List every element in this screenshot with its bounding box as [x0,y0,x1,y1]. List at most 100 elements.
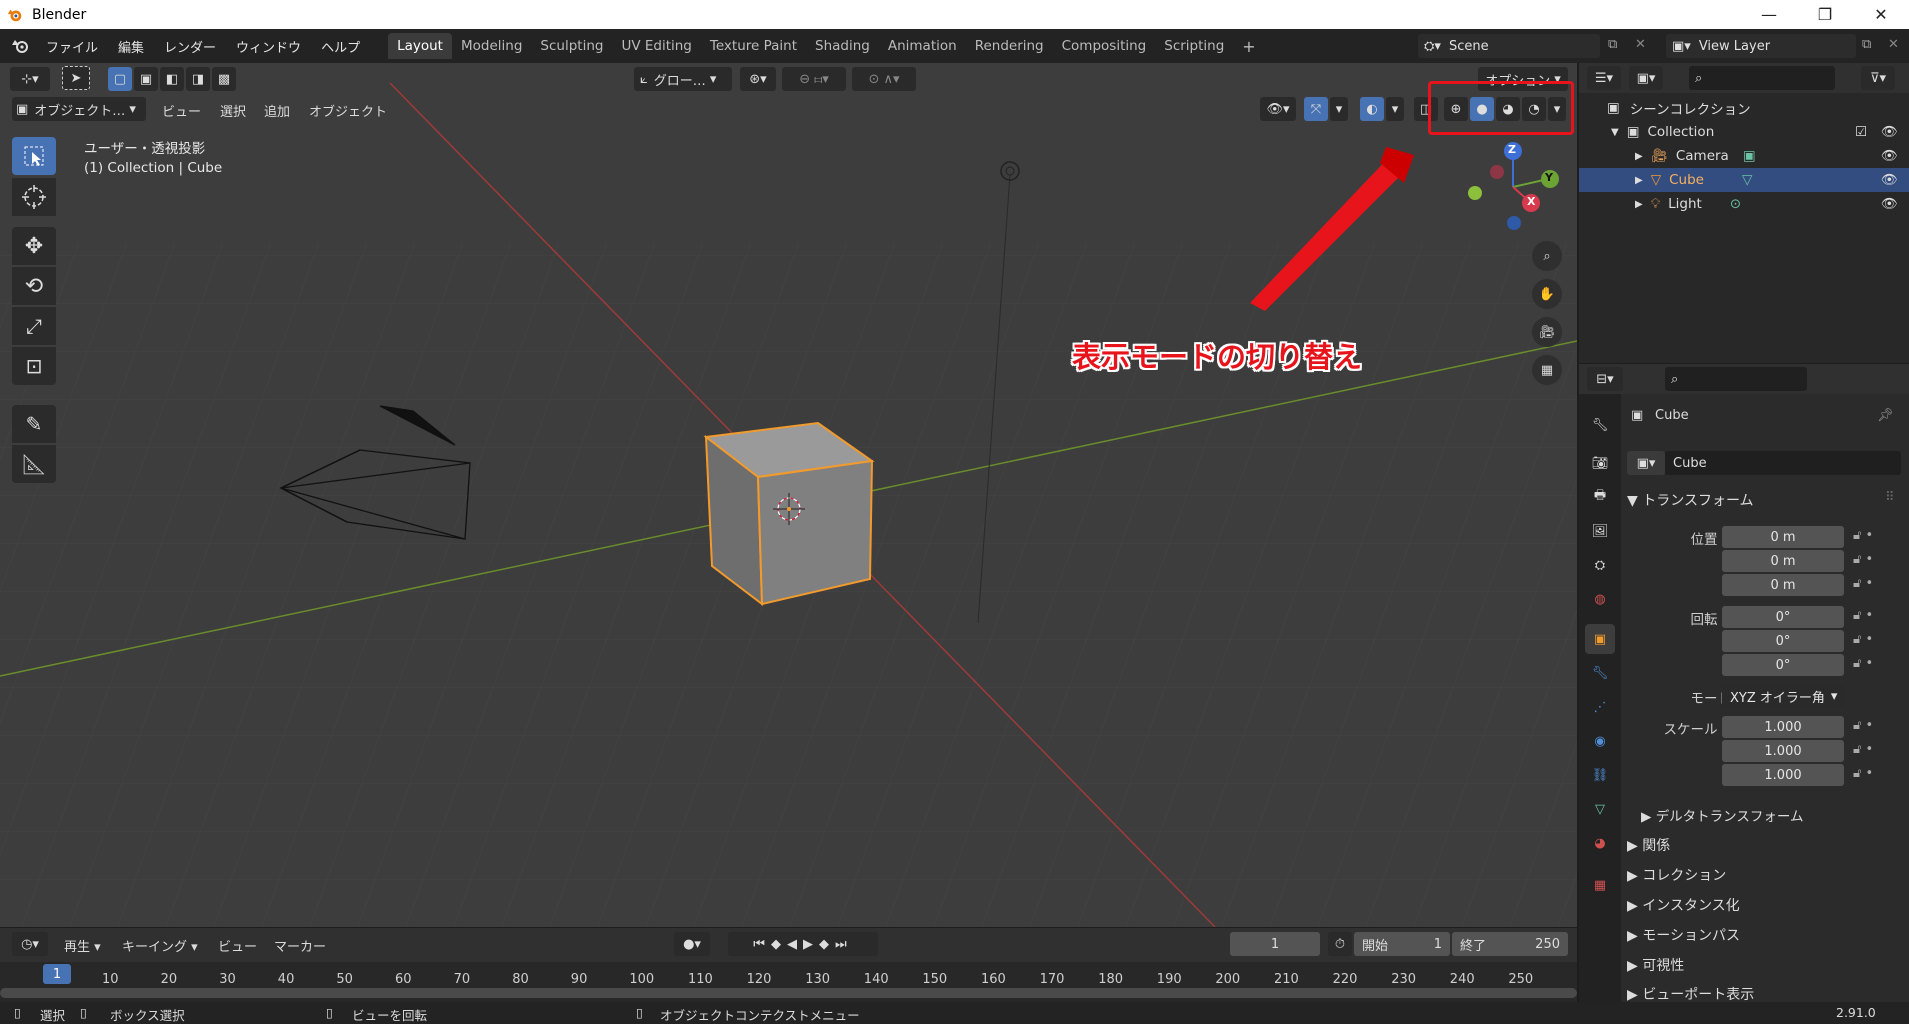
tab-sculpting[interactable]: Sculpting [531,33,612,59]
tab-particles[interactable]: ⋰ [1585,692,1615,722]
select-invert-button[interactable]: ◨ [186,67,210,91]
instancing-section[interactable]: ▶ インスタンス化 [1627,895,1740,915]
overlays-dropdown[interactable]: ▾ [1386,97,1404,121]
tab-uv-editing[interactable]: UV Editing [612,33,700,59]
lock-icon[interactable]: 🔓︎ • [1853,552,1873,567]
tab-texture-paint[interactable]: Texture Paint [701,33,806,59]
menu-render[interactable]: レンダー [154,37,226,56]
delete-view-layer-icon[interactable]: ✕ [1888,37,1899,52]
location-x-field[interactable]: 0 m [1722,526,1844,548]
eye-icon[interactable]: 👁︎ [1881,124,1898,140]
overlays-toggle[interactable]: ◐ [1360,97,1384,121]
cursor-tool[interactable] [12,178,56,216]
select-box-tool[interactable] [12,137,56,175]
properties-editor[interactable]: ⊟▾ ⌕ ▣ Cube 📌︎ ▣▾ Cube ▼ トランスフォーム ⠿ 位置 X… [1579,364,1909,1002]
expand-arrow-icon[interactable]: ▶ [1635,199,1643,210]
transform-orientation-dropdown[interactable]: ⟀ グロー… ▾ [634,67,732,91]
delta-transform-section[interactable]: ▶ デルタトランスフォーム [1641,805,1804,825]
scale-x-field[interactable]: 1.000 [1722,716,1844,738]
menu-keying[interactable]: キーイング ▾ [122,936,198,955]
move-tool[interactable]: ✥ [12,227,56,265]
rotate-tool[interactable]: ⟲ [12,267,56,305]
tab-compositing[interactable]: Compositing [1053,33,1156,59]
select-new-button[interactable]: ▢ [108,67,132,91]
drag-handle-icon[interactable]: ⠿ [1885,490,1895,505]
rotation-mode-dropdown[interactable]: XYZ オイラー角 ▾ [1722,685,1844,707]
lock-icon[interactable]: 🔓︎ • [1853,576,1873,591]
tab-scene[interactable]: ⛭ [1585,550,1615,580]
menu-object[interactable]: オブジェクト [309,101,387,120]
location-z-field[interactable]: 0 m [1722,574,1844,596]
editor-type-button[interactable]: ⊹▾ [10,67,50,91]
camera-view-icon[interactable]: 🎥︎ [1532,317,1562,347]
playback-controls[interactable]: ⏮◆◀▶◆⏭ [728,932,878,956]
eye-icon[interactable]: 👁︎ [1881,172,1898,188]
outliner-search-input[interactable]: ⌕ [1689,66,1835,90]
outliner-row-light[interactable]: ▶ 💡︎ Light ⊙ 👁︎ [1579,192,1909,216]
visibility-section[interactable]: ▶ 可視性 [1627,955,1684,975]
blender-menu-icon[interactable] [10,37,30,55]
select-extend-button[interactable]: ▣ [134,67,158,91]
scale-y-field[interactable]: 1.000 [1722,740,1844,762]
menu-window[interactable]: ウィンドウ [226,37,311,56]
ortho-grid-icon[interactable]: ▦ [1532,355,1562,385]
scale-z-field[interactable]: 1.000 [1722,764,1844,786]
location-y-field[interactable]: 0 m [1722,550,1844,572]
menu-playback[interactable]: 再生 ▾ [64,936,101,955]
end-frame-field[interactable]: 終了 250 [1452,932,1568,956]
menu-timeline-view[interactable]: ビュー [218,936,257,955]
transform-tool[interactable]: ⊡ [12,347,56,385]
cube-object[interactable] [703,421,875,607]
pivot-point-dropdown[interactable]: ⊛▾ [740,67,776,91]
eye-icon[interactable]: 👁︎ [1881,196,1898,212]
timeline[interactable]: ◷▾ 再生 ▾ キーイング ▾ ビュー マーカー ●▾ ⏮◆◀▶◆⏭ 1 ⏱ 開… [0,928,1577,1002]
tab-render[interactable]: 📷︎ [1585,448,1615,478]
lock-icon[interactable]: 🔓︎ • [1853,528,1873,543]
relations-section[interactable]: ▶ 関係 [1627,835,1670,855]
timeline-editor-type-button[interactable]: ◷▾ [12,932,48,956]
object-name-field[interactable]: Cube [1665,451,1901,475]
outliner-editor-type-button[interactable]: ☰▾ [1587,66,1621,90]
snap-dropdown[interactable]: ⊖ ⧦▾ [782,67,846,91]
tab-data[interactable]: ▽ [1585,794,1615,824]
expand-arrow-icon[interactable]: ▼ [1611,127,1619,138]
pin-icon[interactable]: 📌︎ [1877,408,1894,423]
gizmo-dropdown[interactable]: ▾ [1330,97,1348,121]
outliner-row-cube[interactable]: ▶ ▽ Cube ▽ 👁︎ [1579,168,1909,192]
tab-shading[interactable]: Shading [806,33,879,59]
visibility-dropdown[interactable]: 👁︎▾ [1260,97,1296,121]
rotation-x-field[interactable]: 0° [1722,606,1844,628]
select-intersect-button[interactable]: ▩ [212,67,236,91]
delete-scene-icon[interactable]: ✕ [1635,37,1646,52]
view-layer-selector[interactable]: ▣▾ View Layer [1666,34,1856,58]
collections-section[interactable]: ▶ コレクション [1627,865,1726,885]
current-frame-field[interactable]: 1 [1230,932,1320,956]
outliner-row-camera[interactable]: ▶ 🎥︎ Camera ▣ 👁︎ [1579,144,1909,168]
filter-button[interactable]: ⊽▾ [1861,66,1895,90]
select-subtract-button[interactable]: ◧ [160,67,184,91]
object-data-dropdown[interactable]: ▣▾ [1627,451,1665,475]
tab-texture[interactable]: ▦ [1585,870,1615,900]
checkbox-icon[interactable]: ☑ [1855,124,1867,140]
menu-edit[interactable]: 編集 [108,37,154,56]
3d-viewport[interactable]: Z Y X ⌕ ✋ 🎥︎ ▦ ユーザー・透視投影 (1) Collection … [0,63,1577,927]
tab-physics[interactable]: ◉ [1585,726,1615,756]
zoom-icon[interactable]: ⌕ [1532,241,1562,271]
expand-arrow-icon[interactable]: ▶ [1635,175,1643,186]
rotation-y-field[interactable]: 0° [1722,630,1844,652]
motion-paths-section[interactable]: ▶ モーションパス [1627,925,1740,945]
tab-object[interactable]: ▣ [1585,624,1615,654]
add-workspace-button[interactable]: + [1233,32,1264,61]
annotate-tool[interactable]: ✎ [12,405,56,443]
scene-selector[interactable]: ⛭▾ Scene [1418,34,1600,58]
start-frame-field[interactable]: 開始 1 [1354,932,1450,956]
properties-editor-type-button[interactable]: ⊟▾ [1587,367,1623,391]
lock-icon[interactable]: 🔓︎ • [1853,632,1873,647]
tab-scripting[interactable]: Scripting [1155,33,1233,59]
timeline-scrollbar[interactable] [0,988,1577,998]
tab-modifiers[interactable]: 🔧︎ [1585,658,1615,688]
menu-marker[interactable]: マーカー [274,936,326,955]
lock-icon[interactable]: 🔓︎ • [1853,742,1873,757]
expand-arrow-icon[interactable]: ▶ [1635,151,1643,162]
lock-icon[interactable]: 🔓︎ • [1853,656,1873,671]
